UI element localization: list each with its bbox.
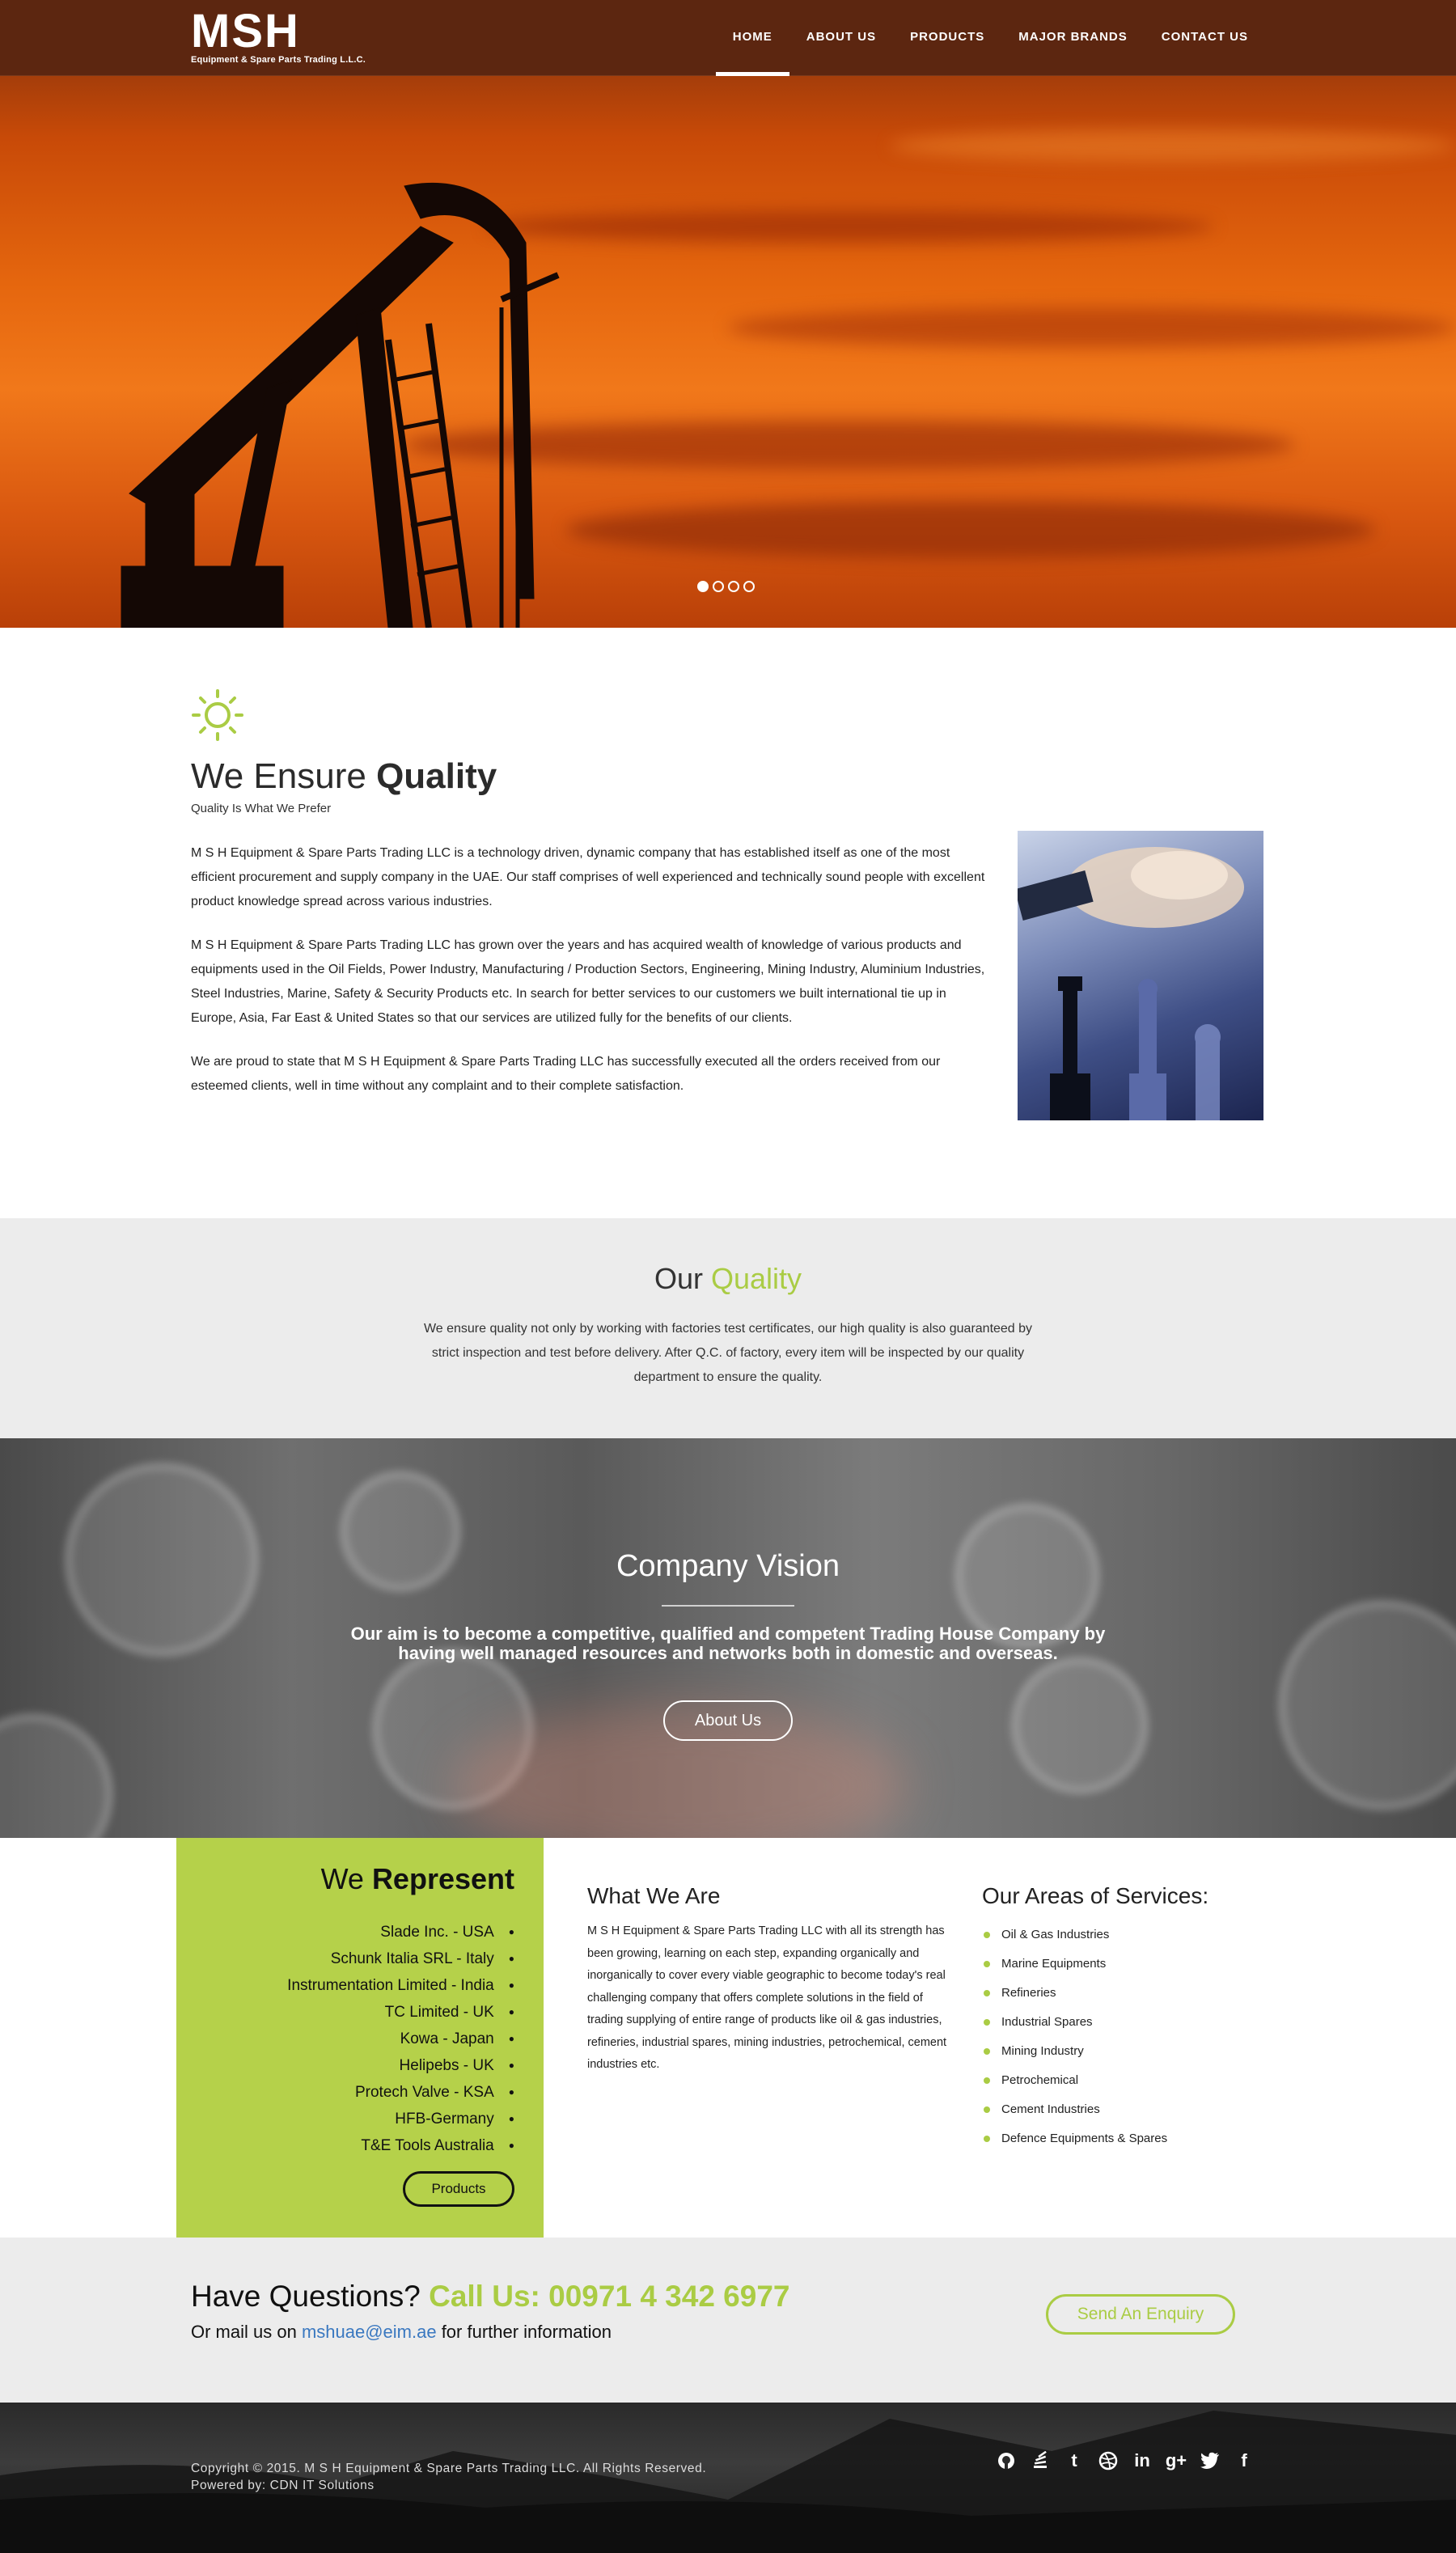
vision-text: Our aim is to become a competitive, qual… [350, 1624, 1106, 1663]
represent-panel: We Represent Slade Inc. - USA Schunk Ita… [176, 1838, 544, 2238]
list-item: Protech Valve - KSA [287, 2079, 514, 2106]
pumpjack-silhouette [121, 182, 560, 628]
list-item: Kowa - Japan [287, 2026, 514, 2052]
mail-line: Or mail us on mshuae@eim.ae for further … [191, 2322, 612, 2343]
stackexchange-icon[interactable] [1029, 2449, 1052, 2472]
list-item: Petrochemical [982, 2066, 1167, 2095]
tumblr-icon[interactable]: t [1063, 2449, 1086, 2472]
github-icon[interactable] [995, 2449, 1018, 2472]
email-link[interactable]: mshuae@eim.ae [302, 2322, 437, 2342]
paragraph: We are proud to state that M S H Equipme… [191, 1055, 941, 1093]
title-light: We Ensure [191, 756, 377, 796]
questions-title: Have Questions? Call Us: 00971 4 342 697… [191, 2280, 790, 2314]
our-quality-title: Our Quality [0, 1262, 1456, 1296]
logo-mark: MSH [191, 5, 300, 57]
google-plus-icon[interactable]: g+ [1165, 2449, 1187, 2472]
nav-contact-us[interactable]: CONTACT US [1145, 0, 1265, 76]
bubble-decoration [1011, 1657, 1149, 1794]
footer-copyright: Copyright © 2015. M S H Equipment & Spar… [191, 2460, 706, 2494]
handshake-image [1018, 831, 1263, 1120]
sun-icon [192, 689, 243, 741]
list-item: Cement Industries [982, 2095, 1167, 2124]
main-nav: HOME ABOUT US PRODUCTS MAJOR BRANDS CONT… [715, 0, 1265, 76]
list-item: HFB-Germany [287, 2106, 514, 2132]
twitter-icon[interactable] [1199, 2449, 1221, 2472]
areas-title: Our Areas of Services: [982, 1883, 1209, 1908]
paragraph: M S H Equipment & Spare Parts Trading LL… [191, 846, 985, 908]
slider-dot[interactable] [713, 581, 724, 592]
slider-dot[interactable] [728, 581, 739, 592]
vision-title: Company Vision [616, 1549, 840, 1583]
section-subtitle: Quality Is What We Prefer [191, 802, 332, 815]
list-item: Schunk Italia SRL - Italy [287, 1945, 514, 1972]
slider-dots [697, 581, 755, 592]
handshake-illustration [1018, 847, 1244, 1120]
title-plain: Have Questions? [191, 2280, 430, 2313]
quality-text: M S H Equipment & Spare Parts Trading LL… [191, 841, 988, 1118]
represent-title: We Represent [321, 1862, 514, 1896]
phone-number: Call Us: 00971 4 342 6977 [429, 2280, 790, 2313]
bubble-decoration [1278, 1600, 1456, 1810]
logo-subtitle: Equipment & Spare Parts Trading L.L.C. [191, 55, 366, 65]
about-us-button[interactable]: About Us [663, 1700, 793, 1741]
site-header: MSH Equipment & Spare Parts Trading L.L.… [0, 0, 1456, 76]
dribbble-icon[interactable] [1097, 2449, 1120, 2472]
list-item: Instrumentation Limited - India [287, 1972, 514, 1999]
represent-list: Slade Inc. - USA Schunk Italia SRL - Ita… [287, 1919, 514, 2159]
send-enquiry-button[interactable]: Send An Enquiry [1046, 2294, 1235, 2335]
list-item: TC Limited - UK [287, 1999, 514, 2026]
nav-about-us[interactable]: ABOUT US [789, 0, 893, 76]
list-item: Marine Equipments [982, 1950, 1167, 1979]
slider-dot[interactable] [697, 581, 709, 592]
mail-prefix: Or mail us on [191, 2322, 302, 2342]
title-plain: Our [654, 1262, 711, 1295]
what-we-are-title: What We Are [587, 1883, 721, 1908]
list-item: Industrial Spares [982, 2008, 1167, 2037]
title-light: We [320, 1862, 372, 1895]
our-quality-text: We ensure quality not only by working wi… [423, 1322, 1033, 1384]
logo[interactable]: MSH Equipment & Spare Parts Trading L.L.… [191, 5, 366, 66]
list-item: Slade Inc. - USA [287, 1919, 514, 1945]
social-links: t in g+ f [995, 2449, 1255, 2472]
list-item: T&E Tools Australia [287, 2132, 514, 2159]
facebook-icon[interactable]: f [1233, 2449, 1255, 2472]
list-item: Defence Equipments & Spares [982, 2124, 1167, 2153]
areas-list: Oil & Gas Industries Marine Equipments R… [982, 1920, 1167, 2153]
linkedin-icon[interactable]: in [1131, 2449, 1153, 2472]
section-title: We Ensure Quality [191, 756, 497, 797]
contact-band [0, 2238, 1456, 2403]
list-item: Oil & Gas Industries [982, 1920, 1167, 1950]
hero-slider [0, 0, 1456, 628]
bubble-decoration [0, 1713, 113, 1838]
slider-dot[interactable] [743, 581, 755, 592]
title-bold: Quality [376, 756, 497, 796]
what-we-are-text: M S H Equipment & Spare Parts Trading LL… [587, 1924, 947, 2071]
list-item: Refineries [982, 1979, 1167, 2008]
title-accent: Quality [710, 1262, 802, 1295]
nav-products[interactable]: PRODUCTS [893, 0, 1001, 76]
products-button[interactable]: Products [403, 2171, 514, 2207]
mail-suffix: for further information [436, 2322, 612, 2342]
title-bold: Represent [371, 1862, 514, 1895]
powered-by-text[interactable]: Powered by: CDN IT Solutions [191, 2477, 706, 2494]
copyright-text: Copyright © 2015. M S H Equipment & Spar… [191, 2462, 707, 2475]
vision-divider [662, 1605, 794, 1607]
paragraph: M S H Equipment & Spare Parts Trading LL… [191, 938, 985, 1025]
nav-major-brands[interactable]: MAJOR BRANDS [1001, 0, 1145, 76]
nav-home[interactable]: HOME [715, 0, 789, 76]
list-item: Mining Industry [982, 2037, 1167, 2066]
list-item: Helipebs - UK [287, 2052, 514, 2079]
